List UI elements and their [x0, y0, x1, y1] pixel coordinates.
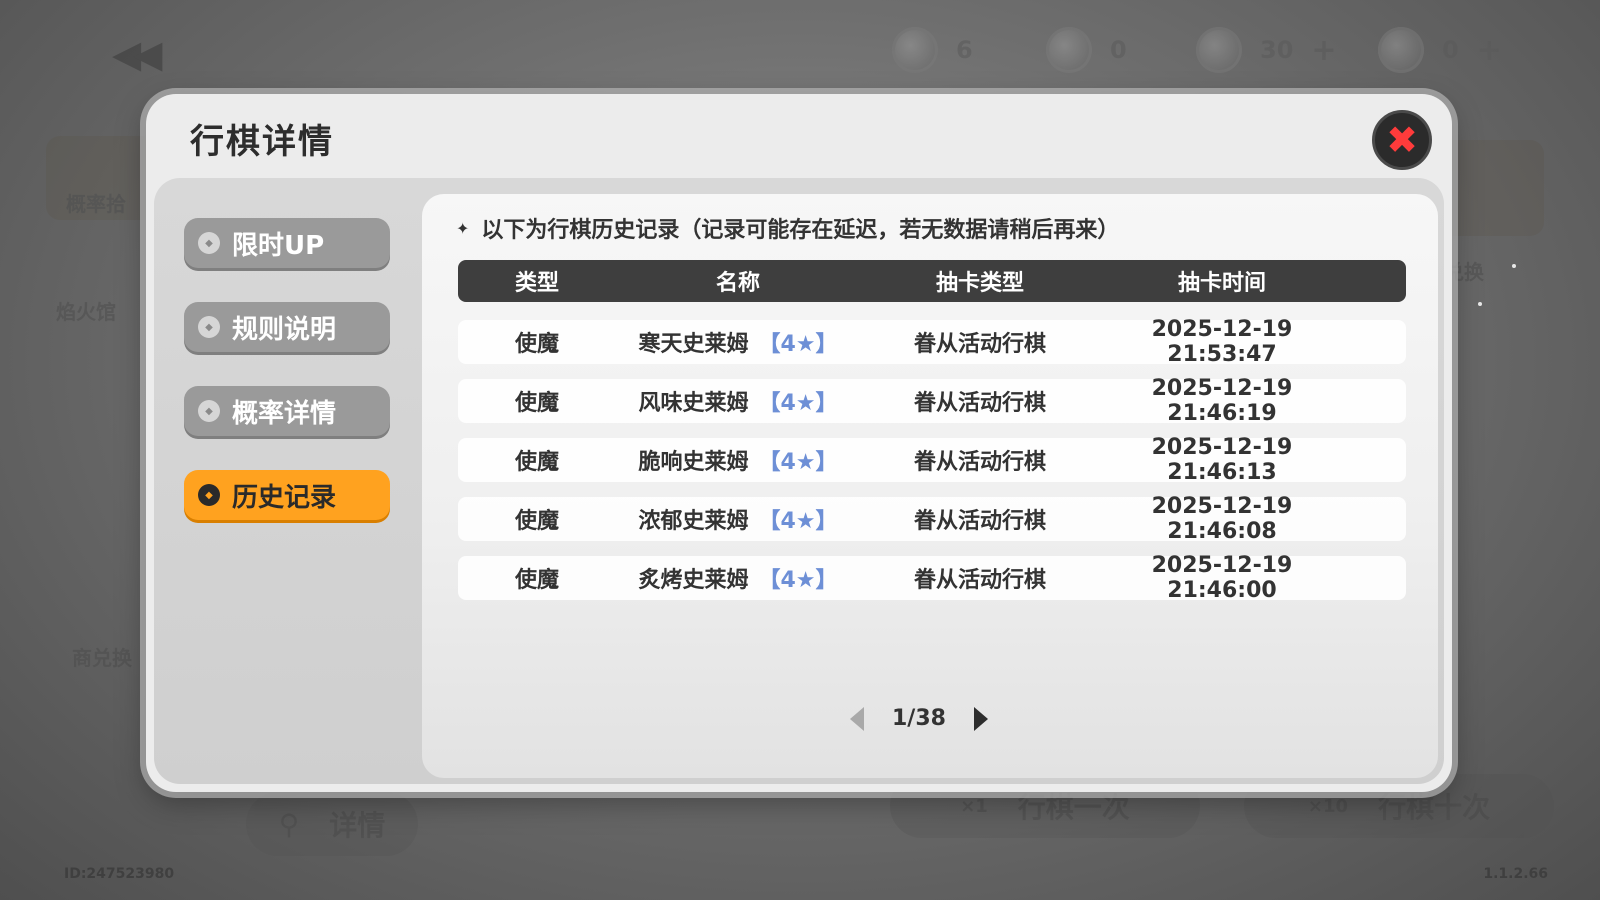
- bullet-icon: ◆: [198, 400, 220, 422]
- item-name: 炙烤史莱姆: [638, 568, 749, 593]
- column-header-type: 类型: [514, 271, 559, 296]
- history-dialog: 行棋详情 ✖ ◆ 限时UP ◆ 规则说明 ◆ 概率详情 ◆ 历史记录 ✦ 以下为…: [146, 94, 1452, 792]
- column-header-draw-time: 抽卡时间: [1177, 271, 1266, 296]
- resource-crown: 0 +: [1378, 27, 1502, 73]
- sidebar-item-rules[interactable]: ◆ 规则说明: [184, 302, 390, 352]
- resource-value: 30: [1260, 36, 1294, 64]
- cell-draw-time: 2025-12-19 21:46:13: [1151, 435, 1293, 485]
- cell-name: 寒天史莱姆 【4★】: [616, 326, 860, 358]
- item-name: 浓郁史莱姆: [638, 509, 749, 534]
- resource-dice: 6: [892, 27, 973, 73]
- sparkle: [1512, 264, 1516, 268]
- resource-value: 6: [956, 36, 973, 64]
- cell-type: 使魔: [514, 568, 559, 593]
- draw-once-cost: ×1: [960, 795, 988, 817]
- resource-gem: 30 +: [1196, 27, 1337, 73]
- close-icon: ✖: [1386, 118, 1418, 162]
- rarity-badge: 【4★】: [758, 450, 838, 475]
- cell-type: 使魔: [514, 391, 559, 416]
- sidebar-item-history[interactable]: ◆ 历史记录: [184, 470, 390, 520]
- item-name: 风味史莱姆: [638, 391, 749, 416]
- table-row: 使魔 炙烤史莱姆 【4★】 眷从活动行棋 2025-12-19 21:46:00: [458, 553, 1406, 603]
- cell-draw-type: 眷从活动行棋: [913, 391, 1046, 416]
- cell-name: 脆响史莱姆 【4★】: [616, 444, 860, 476]
- plus-icon: +: [1311, 32, 1337, 68]
- resource-fruit: 0: [1046, 27, 1127, 73]
- right-banner: [1440, 140, 1544, 236]
- sidebar-item-label: 概率详情: [232, 398, 337, 429]
- sidebar-item-label: 限时UP: [232, 230, 325, 261]
- bullet-icon: ◆: [198, 484, 220, 506]
- rarity-badge: 【4★】: [758, 568, 838, 593]
- item-name: 脆响史莱姆: [638, 450, 749, 475]
- cell-type: 使魔: [514, 509, 559, 534]
- left-banner-label: 概率拾: [66, 192, 126, 216]
- cell-name: 风味史莱姆 【4★】: [616, 385, 860, 417]
- column-header-name: 名称: [715, 271, 760, 296]
- next-page-icon[interactable]: [973, 706, 988, 731]
- plus-icon: +: [1476, 32, 1502, 68]
- dice-coin-icon: [892, 27, 938, 73]
- cell-name: 炙烤史莱姆 【4★】: [616, 562, 860, 594]
- cell-type: 使魔: [514, 450, 559, 475]
- draw-ten-label: 行棋十次: [1378, 791, 1491, 824]
- prev-page-icon[interactable]: [850, 706, 864, 731]
- history-panel: ✦ 以下为行棋历史记录（记录可能存在延迟，若无数据请稍后再来） 类型 名称 抽卡…: [422, 194, 1438, 778]
- sidebar-item-label: 规则说明: [232, 314, 337, 345]
- table-header: 类型 名称 抽卡类型 抽卡时间: [458, 260, 1406, 302]
- sidebar-item-label: 历史记录: [232, 482, 337, 513]
- shop-label: 商兑换: [72, 646, 132, 670]
- crown-coin-icon: [1378, 27, 1424, 73]
- left-event-label: 焰火馆: [56, 300, 116, 324]
- draw-ten-cost: ×10: [1307, 795, 1349, 817]
- history-notice-text: 以下为行棋历史记录（记录可能存在延迟，若无数据请稍后再来）: [481, 218, 1120, 243]
- bullet-icon: ◆: [198, 232, 220, 254]
- draw-once-label: 行棋一次: [1017, 791, 1130, 824]
- cell-draw-type: 眷从活动行棋: [913, 332, 1046, 357]
- fruit-coin-icon: [1046, 27, 1092, 73]
- cell-draw-time: 2025-12-19 21:46:00: [1151, 553, 1293, 603]
- rarity-badge: 【4★】: [758, 332, 838, 357]
- page-indicator: 1/38: [892, 706, 946, 731]
- cell-draw-time: 2025-12-19 21:46:19: [1151, 376, 1293, 426]
- sidebar-item-probability[interactable]: ◆ 概率详情: [184, 386, 390, 436]
- cell-draw-time: 2025-12-19 21:46:08: [1151, 494, 1293, 544]
- sparkle: [1478, 302, 1482, 306]
- sidebar-item-limited-up[interactable]: ◆ 限时UP: [184, 218, 390, 268]
- back-icon: ◀◀: [112, 32, 163, 76]
- cell-draw-type: 眷从活动行棋: [913, 568, 1046, 593]
- table-row: 使魔 脆响史莱姆 【4★】 眷从活动行棋 2025-12-19 21:46:13: [458, 435, 1406, 485]
- item-name: 寒天史莱姆: [638, 332, 749, 357]
- dialog-title: 行棋详情: [190, 122, 334, 162]
- version-label: 1.1.2.66: [1483, 866, 1548, 882]
- cell-draw-type: 眷从活动行棋: [913, 450, 1046, 475]
- gem-coin-icon: [1196, 27, 1242, 73]
- cell-name: 浓郁史莱姆 【4★】: [616, 503, 860, 535]
- history-notice: ✦ 以下为行棋历史记录（记录可能存在延迟，若无数据请稍后再来）: [456, 212, 1119, 244]
- detail-button-label: 详情: [329, 809, 386, 842]
- rarity-badge: 【4★】: [758, 509, 838, 534]
- table-row: 使魔 寒天史莱姆 【4★】 眷从活动行棋 2025-12-19 21:53:47: [458, 317, 1406, 367]
- column-header-draw-type: 抽卡类型: [935, 271, 1024, 296]
- user-id: ID:247523980: [64, 866, 175, 882]
- table-row: 使魔 风味史莱姆 【4★】 眷从活动行棋 2025-12-19 21:46:19: [458, 376, 1406, 426]
- search-icon: ⚲: [278, 807, 300, 841]
- rarity-badge: 【4★】: [758, 391, 838, 416]
- pagination: 1/38: [850, 706, 988, 731]
- dialog-body: ◆ 限时UP ◆ 规则说明 ◆ 概率详情 ◆ 历史记录 ✦ 以下为行棋历史记录（…: [154, 178, 1444, 784]
- detail-button: ⚲ 详情: [246, 792, 418, 856]
- cell-draw-time: 2025-12-19 21:53:47: [1151, 317, 1293, 367]
- bullet-icon: ◆: [198, 316, 220, 338]
- cell-draw-type: 眷从活动行棋: [913, 509, 1046, 534]
- resource-value: 0: [1442, 36, 1459, 64]
- resource-value: 0: [1110, 36, 1127, 64]
- table-row: 使魔 浓郁史莱姆 【4★】 眷从活动行棋 2025-12-19 21:46:08: [458, 494, 1406, 544]
- close-button[interactable]: ✖: [1372, 110, 1432, 170]
- cell-type: 使魔: [514, 332, 559, 357]
- sparkle-star-icon: ✦: [456, 218, 470, 238]
